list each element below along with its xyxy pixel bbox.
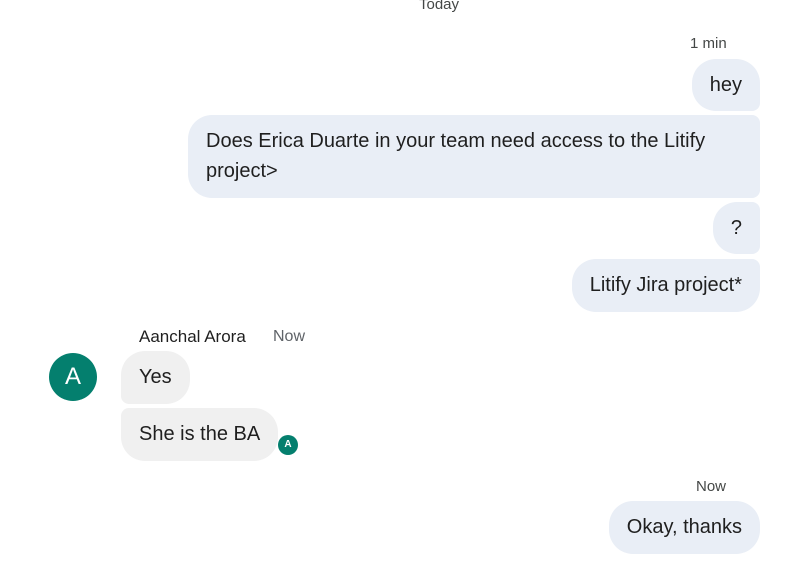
- outgoing-message[interactable]: ?: [712, 202, 760, 254]
- message-text: ?: [730, 217, 742, 239]
- message-text: Okay, thanks: [626, 516, 742, 538]
- message-timestamp: Now: [273, 328, 306, 345]
- message-text: Does Erica Duarte in your team need acce…: [206, 130, 706, 152]
- message-timestamp: Now: [696, 478, 727, 495]
- incoming-message[interactable]: She is the BA: [121, 408, 279, 461]
- incoming-message[interactable]: Yes: [121, 351, 190, 404]
- outgoing-message[interactable]: Litify Jira project*: [571, 259, 760, 312]
- message-text: project>: [206, 160, 278, 182]
- avatar[interactable]: A: [49, 353, 97, 401]
- message-timestamp: 1 min: [690, 35, 727, 52]
- message-text: Litify Jira project*: [589, 274, 742, 296]
- message-text: hey: [709, 74, 742, 96]
- read-receipt-avatar: A: [278, 435, 298, 455]
- chat-message-list: Today 1 min hey Does Erica Duarte in you…: [0, 0, 797, 577]
- outgoing-message[interactable]: hey: [691, 59, 760, 111]
- sender-name: Aanchal Arora: [139, 327, 246, 346]
- message-text: Yes: [139, 366, 172, 388]
- outgoing-message[interactable]: Okay, thanks: [608, 501, 760, 554]
- date-divider: Today: [418, 0, 460, 13]
- outgoing-message[interactable]: Does Erica Duarte in your team need acce…: [188, 115, 760, 198]
- message-text: She is the BA: [139, 423, 261, 445]
